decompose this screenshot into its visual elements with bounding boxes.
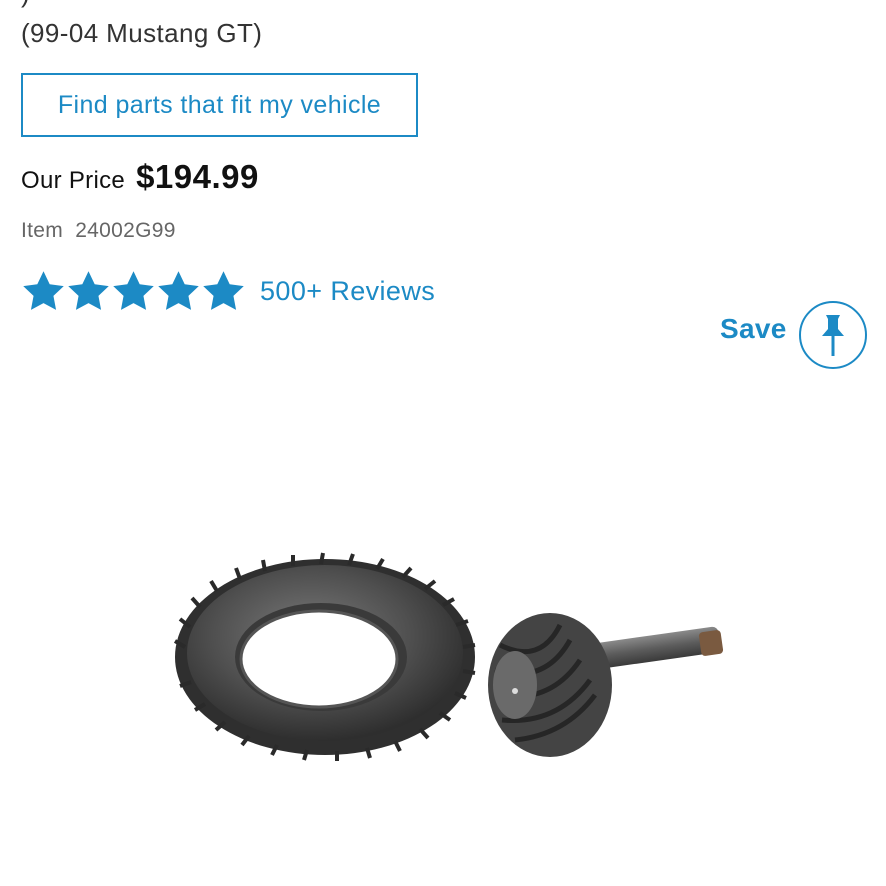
ring-gear (173, 552, 476, 761)
star-icon (23, 270, 64, 310)
save-button[interactable]: Save (720, 289, 867, 369)
item-number: 24002G99 (75, 219, 176, 242)
reviews-link[interactable]: 500+ Reviews (260, 276, 435, 307)
star-icon (203, 270, 244, 310)
star-icon (158, 270, 199, 310)
product-detail-page: ) (99-04 Mustang GT) Find parts that fit… (0, 0, 886, 886)
rating-stars[interactable] (21, 269, 246, 314)
product-title: ) (21, 0, 30, 8)
product-fitment: (99-04 Mustang GT) (21, 18, 263, 48)
pin-icon (798, 301, 867, 369)
item-number-row: Item 24002G99 (21, 219, 176, 243)
pinion-gear (488, 613, 724, 757)
product-image (173, 552, 724, 761)
save-label: Save (720, 313, 787, 344)
price-value: $194.99 (136, 158, 259, 195)
find-parts-button[interactable]: Find parts that fit my vehicle (21, 73, 418, 137)
price-label: Our Price (21, 167, 126, 194)
star-icon (68, 270, 109, 310)
star-icon (113, 270, 154, 310)
price-row: Our Price $194.99 (21, 158, 259, 202)
item-label: Item (21, 219, 64, 242)
rating-row: 500+ Reviews (21, 266, 435, 316)
